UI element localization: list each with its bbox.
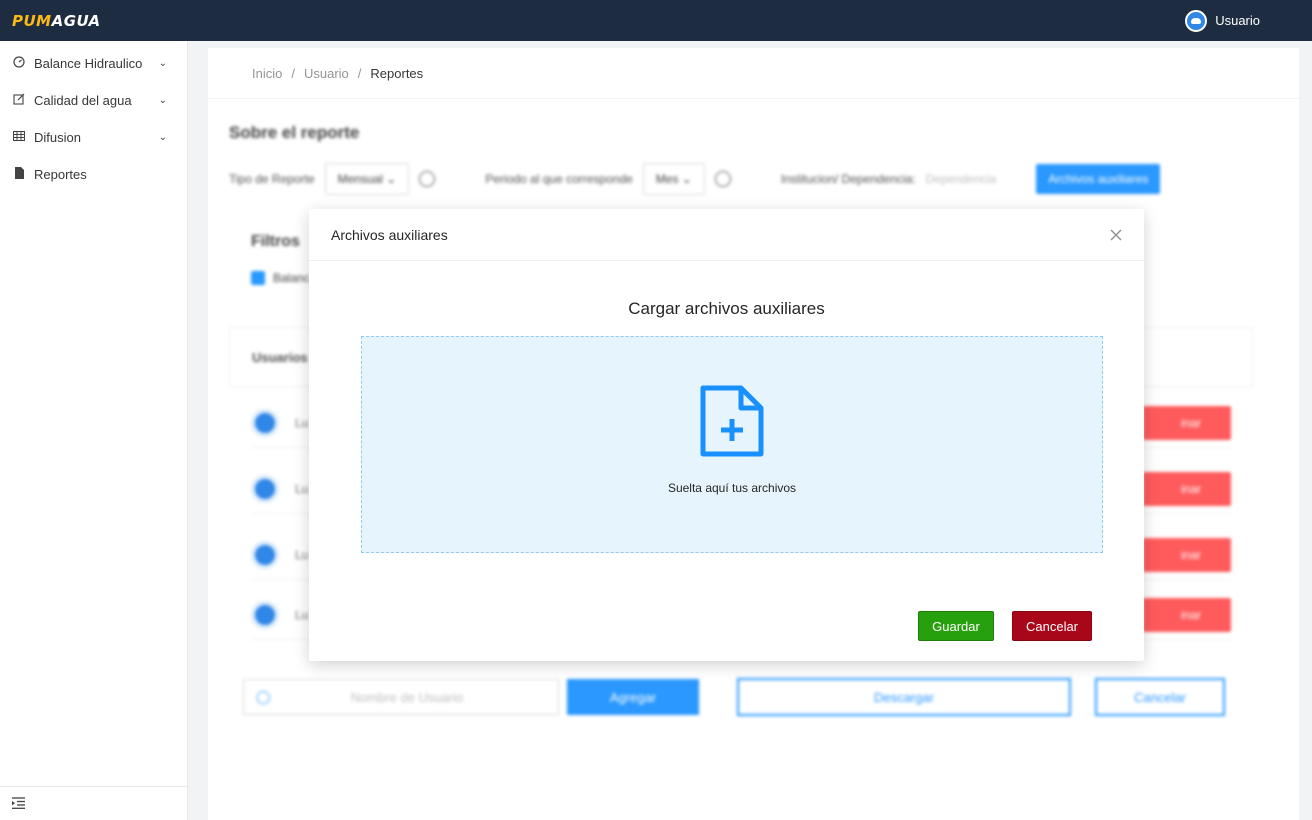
drop-text: Suelta aquí tus archivos — [667, 481, 797, 495]
save-button[interactable]: Guardar — [918, 611, 994, 641]
modal-title: Archivos auxiliares — [331, 226, 448, 243]
archivos-auxiliares-modal: Archivos auxiliares Cargar archivos auxi… — [309, 209, 1144, 661]
modal-header: Archivos auxiliares — [309, 209, 1144, 261]
file-dropzone[interactable]: Suelta aquí tus archivos — [361, 336, 1103, 553]
file-add-icon — [700, 385, 764, 457]
modal-body: Cargar archivos auxiliares Suelta aquí t… — [309, 261, 1144, 661]
upload-heading: Cargar archivos auxiliares — [628, 299, 825, 318]
cancel-button[interactable]: Cancelar — [1012, 611, 1092, 641]
close-icon[interactable] — [1110, 226, 1122, 244]
